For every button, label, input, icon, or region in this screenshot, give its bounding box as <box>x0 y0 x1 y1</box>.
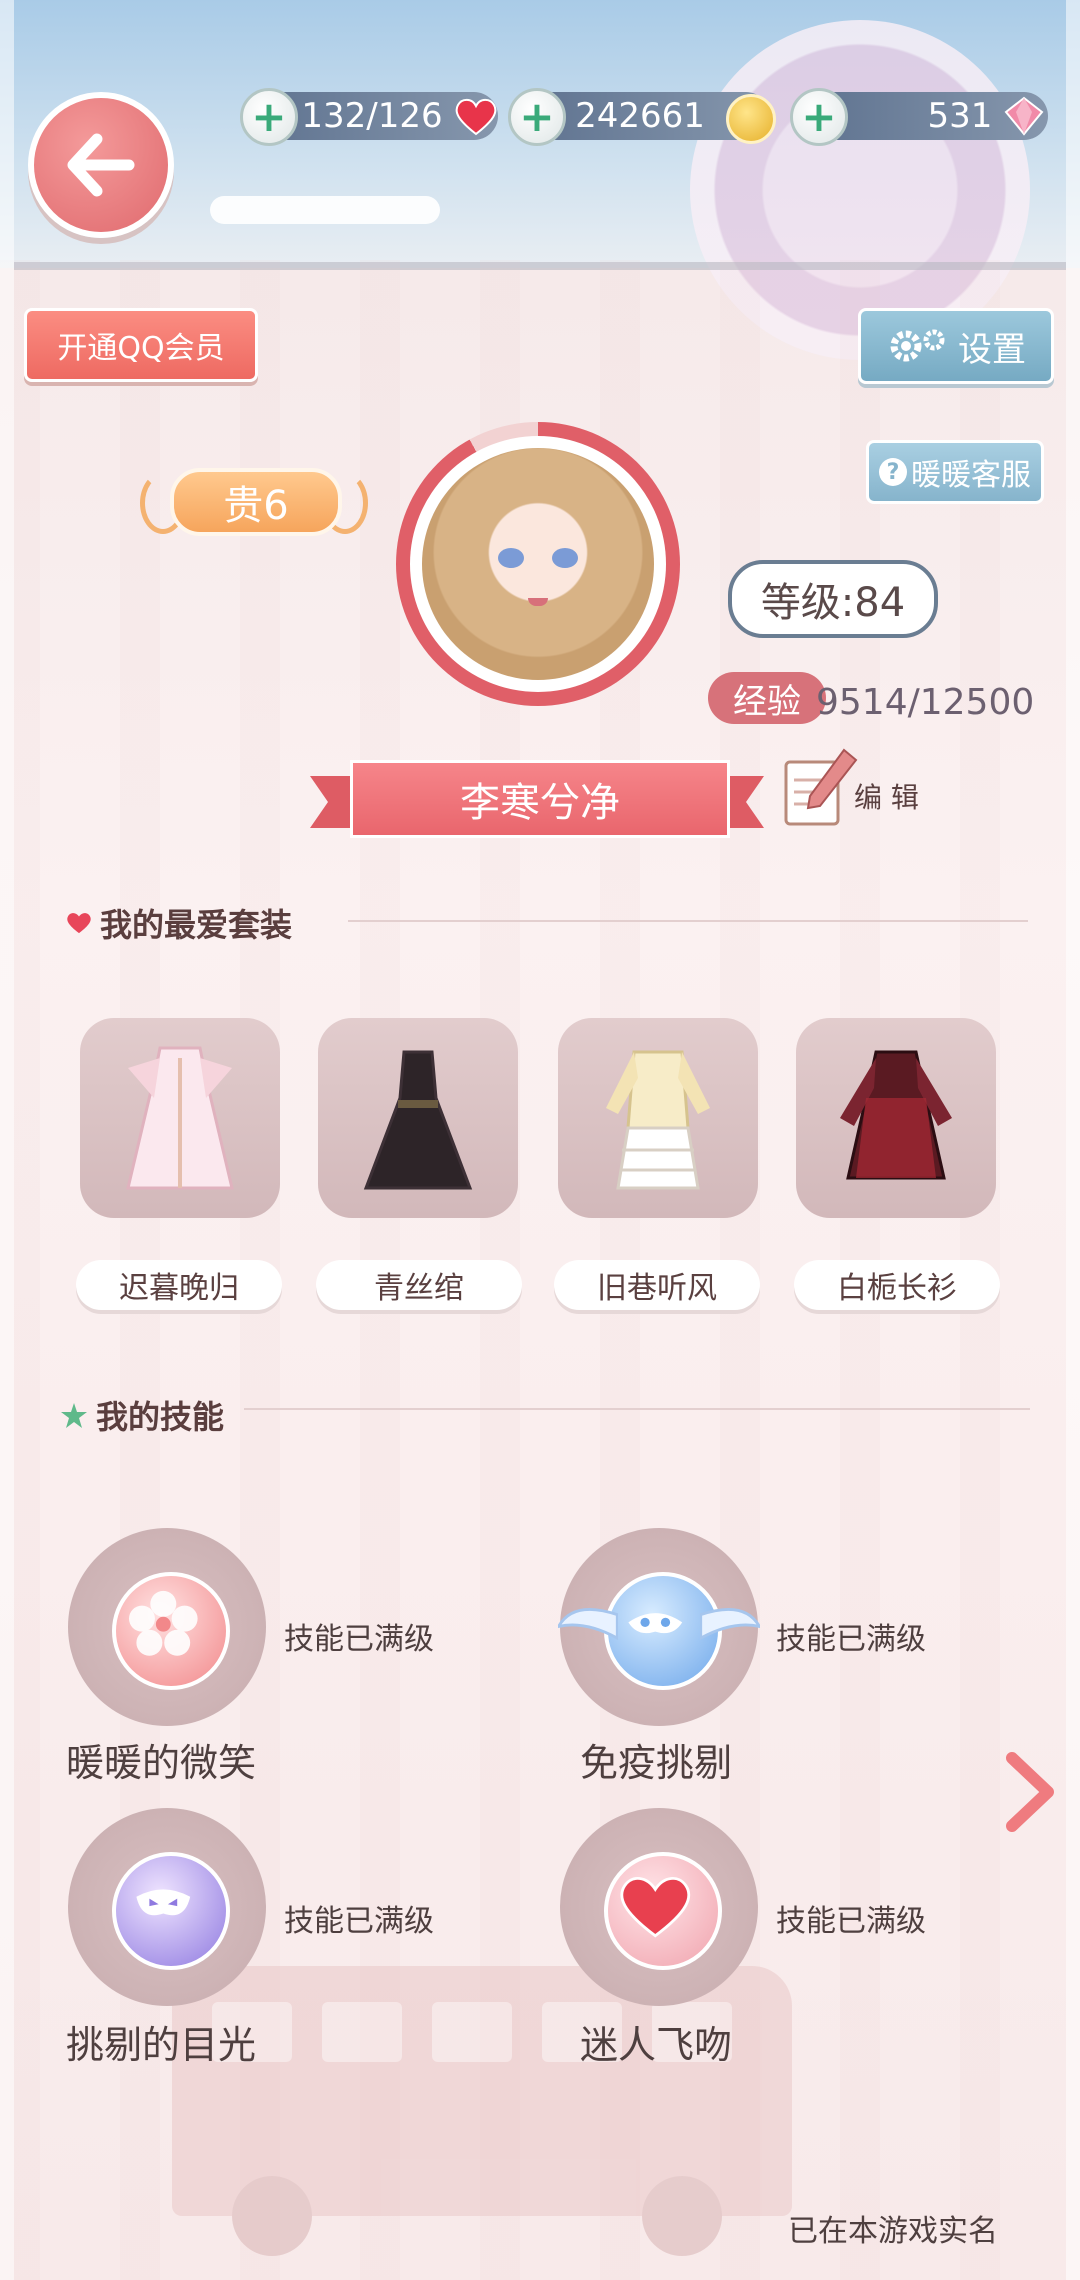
outfit-label: 迟暮晚归 <box>76 1260 282 1310</box>
outfit-card[interactable] <box>318 1018 518 1218</box>
favorite-outfits-heading: 我的最爱套装 <box>66 900 292 946</box>
back-arrow-icon <box>67 133 135 197</box>
vip-level-pill: 贵6 <box>170 468 342 536</box>
edit-notepad-icon <box>784 748 858 826</box>
skills-heading: 我的技能 <box>60 1392 224 1438</box>
settings-label: 设置 <box>958 329 1026 370</box>
skill-name: 暖暖的微笑 <box>66 1741 257 1785</box>
qq-vip-button[interactable]: 开通QQ会员 <box>24 308 258 382</box>
avatar-eye-left <box>498 548 524 568</box>
skill-status: 技能已满级 <box>284 1622 434 1657</box>
heart-skill-icon <box>604 1852 722 1970</box>
bus-decoration <box>172 1966 792 2256</box>
dress-icon <box>606 1050 710 1190</box>
outfit-label: 旧巷听风 <box>554 1260 760 1310</box>
customer-service-label: 暖暖客服 <box>911 458 1031 493</box>
exp-value: 9514/12500 <box>816 682 1035 723</box>
dress-icon <box>126 1046 234 1190</box>
outfit-card[interactable] <box>80 1018 280 1218</box>
sakura-skill-icon <box>112 1572 230 1690</box>
avatar-eye-right <box>552 548 578 568</box>
name-banner: 李寒兮净 <box>310 760 764 838</box>
dress-icon <box>840 1050 952 1180</box>
skill-button[interactable] <box>560 1808 758 2006</box>
edit-label: 编 辑 <box>854 781 919 814</box>
exp-label: 经验 <box>733 681 801 722</box>
outfit-card[interactable] <box>558 1018 758 1218</box>
dress-icon <box>363 1050 473 1190</box>
wing-left-icon <box>558 1607 618 1641</box>
section-divider <box>244 1408 1030 1410</box>
qq-vip-label: 开通QQ会员 <box>57 331 225 366</box>
outfit-label: 青丝绾 <box>316 1260 522 1310</box>
star-icon <box>61 1403 87 1428</box>
cloud-decoration <box>210 196 440 224</box>
question-icon: ? <box>879 458 907 486</box>
vip-badge[interactable]: 贵6 <box>140 462 368 536</box>
outfit-card[interactable] <box>796 1018 996 1218</box>
add-diamond-button[interactable]: + <box>790 88 848 146</box>
avatar <box>422 448 654 680</box>
left-edge <box>0 0 14 2280</box>
skill-name: 挑剔的目光 <box>66 2023 257 2067</box>
vip-level: 贵6 <box>223 483 289 529</box>
level-text: 等级:84 <box>760 580 906 626</box>
avatar-frame[interactable] <box>396 422 680 706</box>
favorite-outfits-title: 我的最爱套装 <box>100 906 293 944</box>
add-gold-button[interactable]: + <box>508 88 566 146</box>
next-page-arrow-icon[interactable] <box>1002 1752 1058 1832</box>
level-badge: 等级:84 <box>728 560 938 638</box>
skill-button[interactable] <box>68 1528 266 1726</box>
right-edge <box>1066 0 1080 2280</box>
skill-status: 技能已满级 <box>776 1622 926 1657</box>
skill-status: 技能已满级 <box>284 1904 434 1939</box>
diamond-icon <box>1002 94 1046 138</box>
skill-button[interactable] <box>558 1528 760 1726</box>
avatar-mouth <box>528 598 548 606</box>
customer-service-button[interactable]: ? 暖暖客服 <box>866 440 1044 504</box>
heart-icon <box>454 96 498 136</box>
settings-button[interactable]: 设置 <box>858 308 1054 384</box>
section-divider <box>348 920 1028 922</box>
gold-coin-icon <box>726 94 776 144</box>
skill-name: 迷人飞吻 <box>580 2023 733 2067</box>
skill-button[interactable] <box>68 1808 266 2006</box>
skill-name: 免疫挑剔 <box>580 1741 733 1785</box>
heart-icon <box>67 913 91 934</box>
outfit-label: 白栀长衫 <box>794 1260 1000 1310</box>
edit-name-button[interactable]: 编 辑 <box>780 746 930 830</box>
back-button[interactable] <box>28 92 174 238</box>
wing-right-icon <box>700 1607 760 1641</box>
realname-note: 已在本游戏实名 <box>788 2214 998 2249</box>
exp-label-badge: 经验 <box>708 672 826 724</box>
skill-status: 技能已满级 <box>776 1904 926 1939</box>
gear-icon <box>890 329 945 362</box>
add-stamina-button[interactable]: + <box>240 88 298 146</box>
mask-skill-icon <box>112 1852 230 1970</box>
player-name: 李寒兮净 <box>460 780 620 826</box>
skills-title: 我的技能 <box>96 1398 225 1436</box>
